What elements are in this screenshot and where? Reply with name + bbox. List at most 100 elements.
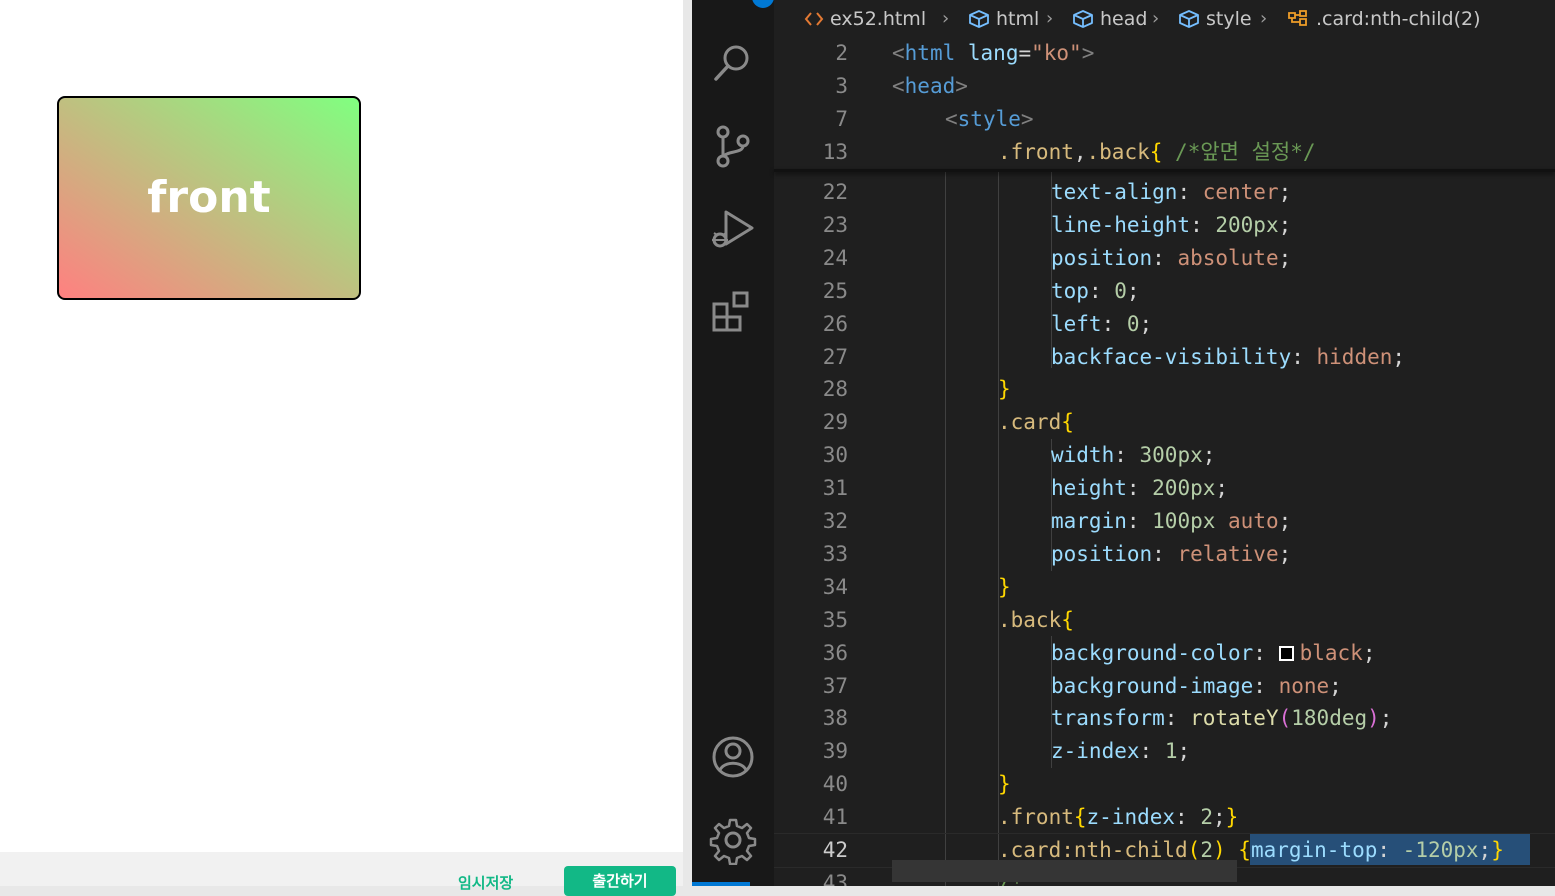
source-control-icon[interactable] bbox=[708, 121, 758, 171]
line-text: z-index: 1; bbox=[1051, 735, 1190, 768]
line-number: 39 bbox=[822, 739, 848, 764]
line-text: <style> bbox=[945, 103, 1034, 136]
code-line[interactable]: 31 height: 200px; bbox=[774, 472, 1555, 505]
code-token: left bbox=[1051, 311, 1102, 336]
code-line[interactable]: 32 margin: 100px auto; bbox=[774, 505, 1555, 538]
line-number: 41 bbox=[822, 805, 848, 830]
sticky-code-line[interactable]: 3 <head> bbox=[774, 70, 1555, 103]
code-line[interactable]: 30 width: 300px; bbox=[774, 439, 1555, 472]
line-text: left: 0; bbox=[1051, 308, 1152, 341]
line-text: backface-visibility: hidden; bbox=[1051, 341, 1405, 374]
line-number: 13 bbox=[822, 140, 848, 164]
breadcrumb-item[interactable]: head bbox=[1072, 8, 1147, 30]
code-token: } bbox=[1491, 838, 1504, 862]
line-text: transform: rotateY(180deg); bbox=[1051, 702, 1392, 735]
code-token: ; bbox=[1126, 278, 1140, 303]
temp-save-link[interactable]: 임시저장 bbox=[458, 872, 513, 893]
code-token: : bbox=[1177, 180, 1203, 204]
code-token: 180deg bbox=[1291, 706, 1368, 731]
code-line[interactable]: 36 background-color: black; bbox=[774, 637, 1555, 670]
run-debug-icon[interactable] bbox=[708, 204, 758, 254]
code-line[interactable]: 24 position: absolute; bbox=[774, 242, 1555, 275]
line-text: } bbox=[998, 373, 1011, 406]
line-text: } bbox=[998, 571, 1011, 604]
code-line[interactable]: 39 z-index: 1; bbox=[774, 735, 1555, 768]
line-text: text-align: center; bbox=[1051, 176, 1291, 209]
code-token: { bbox=[1073, 805, 1087, 830]
line-number: 40 bbox=[822, 772, 848, 797]
breadcrumb-item[interactable]: ex52.html bbox=[804, 8, 926, 30]
card-front[interactable]: front bbox=[57, 96, 361, 300]
files-icon[interactable] bbox=[708, 0, 774, 20]
sticky-code-line[interactable]: 13 .front,.back{ /*앞면 설정*/ bbox=[774, 136, 1555, 169]
line-text: .card{ bbox=[998, 406, 1074, 439]
code-token: { bbox=[1238, 838, 1251, 862]
code-token: margin-top bbox=[1250, 838, 1378, 862]
code-line[interactable]: 33 position: relative; bbox=[774, 538, 1555, 571]
line-number: 43 bbox=[822, 870, 848, 886]
code-token: { bbox=[1061, 410, 1074, 435]
sticky-code-line[interactable]: 7 <style> bbox=[774, 103, 1555, 136]
horizontal-scrollbar[interactable] bbox=[892, 860, 1237, 882]
line-number: 2 bbox=[835, 41, 848, 65]
code-token: : bbox=[1114, 443, 1140, 468]
extensions-icon[interactable] bbox=[708, 288, 758, 338]
code-line[interactable]: 26 left: 0; bbox=[774, 308, 1555, 341]
code-token: z-index bbox=[1051, 739, 1140, 764]
code-token: ; bbox=[1278, 509, 1292, 533]
code-token: "ko" bbox=[1031, 41, 1082, 65]
code-line[interactable]: 37 background-image: none; bbox=[774, 670, 1555, 703]
code-token: 100px bbox=[1152, 509, 1216, 533]
code-line[interactable]: 40} bbox=[774, 768, 1555, 801]
code-line[interactable]: 35 .back{ bbox=[774, 604, 1555, 637]
accounts-icon[interactable] bbox=[708, 732, 758, 782]
sticky-code-line[interactable]: 2 <html lang="ko"> bbox=[774, 37, 1555, 70]
code-token: background-color bbox=[1051, 640, 1254, 665]
publish-button[interactable]: 출간하기 bbox=[564, 866, 676, 896]
code-token: ; bbox=[1329, 673, 1342, 698]
line-number: 22 bbox=[822, 180, 848, 204]
line-text: .back{ bbox=[998, 604, 1074, 637]
breadcrumb-separator-icon: › bbox=[1260, 8, 1268, 29]
breadcrumb-item[interactable]: style bbox=[1178, 8, 1252, 30]
breadcrumb-item[interactable]: .card:nth-child(2) bbox=[1286, 8, 1480, 30]
code-token: = bbox=[1018, 41, 1032, 65]
line-number: 34 bbox=[822, 574, 848, 599]
code-line[interactable]: 27 backface-visibility: hidden; bbox=[774, 341, 1555, 374]
line-number: 31 bbox=[822, 476, 848, 501]
code-token: black bbox=[1299, 640, 1363, 665]
code-token: { bbox=[1149, 140, 1163, 164]
code-line[interactable]: 38 transform: rotateY(180deg); bbox=[774, 702, 1555, 735]
panel-indicator bbox=[692, 882, 750, 886]
code-token: ; bbox=[1202, 443, 1216, 468]
code-line[interactable]: 41 .front{z-index: 2;} bbox=[774, 801, 1555, 834]
activity-bar bbox=[692, 0, 774, 886]
breadcrumb-separator-icon: › bbox=[1046, 8, 1054, 29]
code-editor[interactable]: ex52.html html head style .card:nth-child(2)… bbox=[774, 0, 1555, 886]
code-line[interactable]: 28} bbox=[774, 373, 1555, 406]
settings-gear-icon[interactable] bbox=[708, 815, 758, 866]
card-front-label: front bbox=[147, 172, 271, 223]
code-line[interactable]: 34} bbox=[774, 571, 1555, 604]
code-token: height bbox=[1051, 476, 1127, 501]
code-token: : bbox=[1152, 541, 1178, 566]
code-token: position bbox=[1051, 541, 1153, 566]
code-line[interactable]: 22 text-align: center; bbox=[774, 176, 1555, 209]
search-icon[interactable] bbox=[708, 38, 758, 88]
code-line[interactable]: 25 top: 0; bbox=[774, 275, 1555, 308]
code-token: : bbox=[1253, 673, 1279, 698]
line-text: position: relative; bbox=[1051, 538, 1291, 571]
code-token: : bbox=[1139, 739, 1165, 764]
line-text: background-image: none; bbox=[1051, 670, 1342, 703]
code-token: } bbox=[998, 574, 1011, 599]
breadcrumb-item[interactable]: html bbox=[968, 8, 1039, 30]
code-line[interactable]: 29 .card{ bbox=[774, 406, 1555, 439]
code-token: /*앞면 설정*/ bbox=[1175, 140, 1316, 164]
code-token: .card bbox=[998, 410, 1062, 435]
line-number: 29 bbox=[822, 410, 848, 435]
code-line[interactable]: 23 line-height: 200px; bbox=[774, 209, 1555, 242]
code-token: ; bbox=[1362, 640, 1376, 665]
code-token: z-index bbox=[1086, 805, 1176, 830]
code-token: ( bbox=[1278, 706, 1292, 731]
